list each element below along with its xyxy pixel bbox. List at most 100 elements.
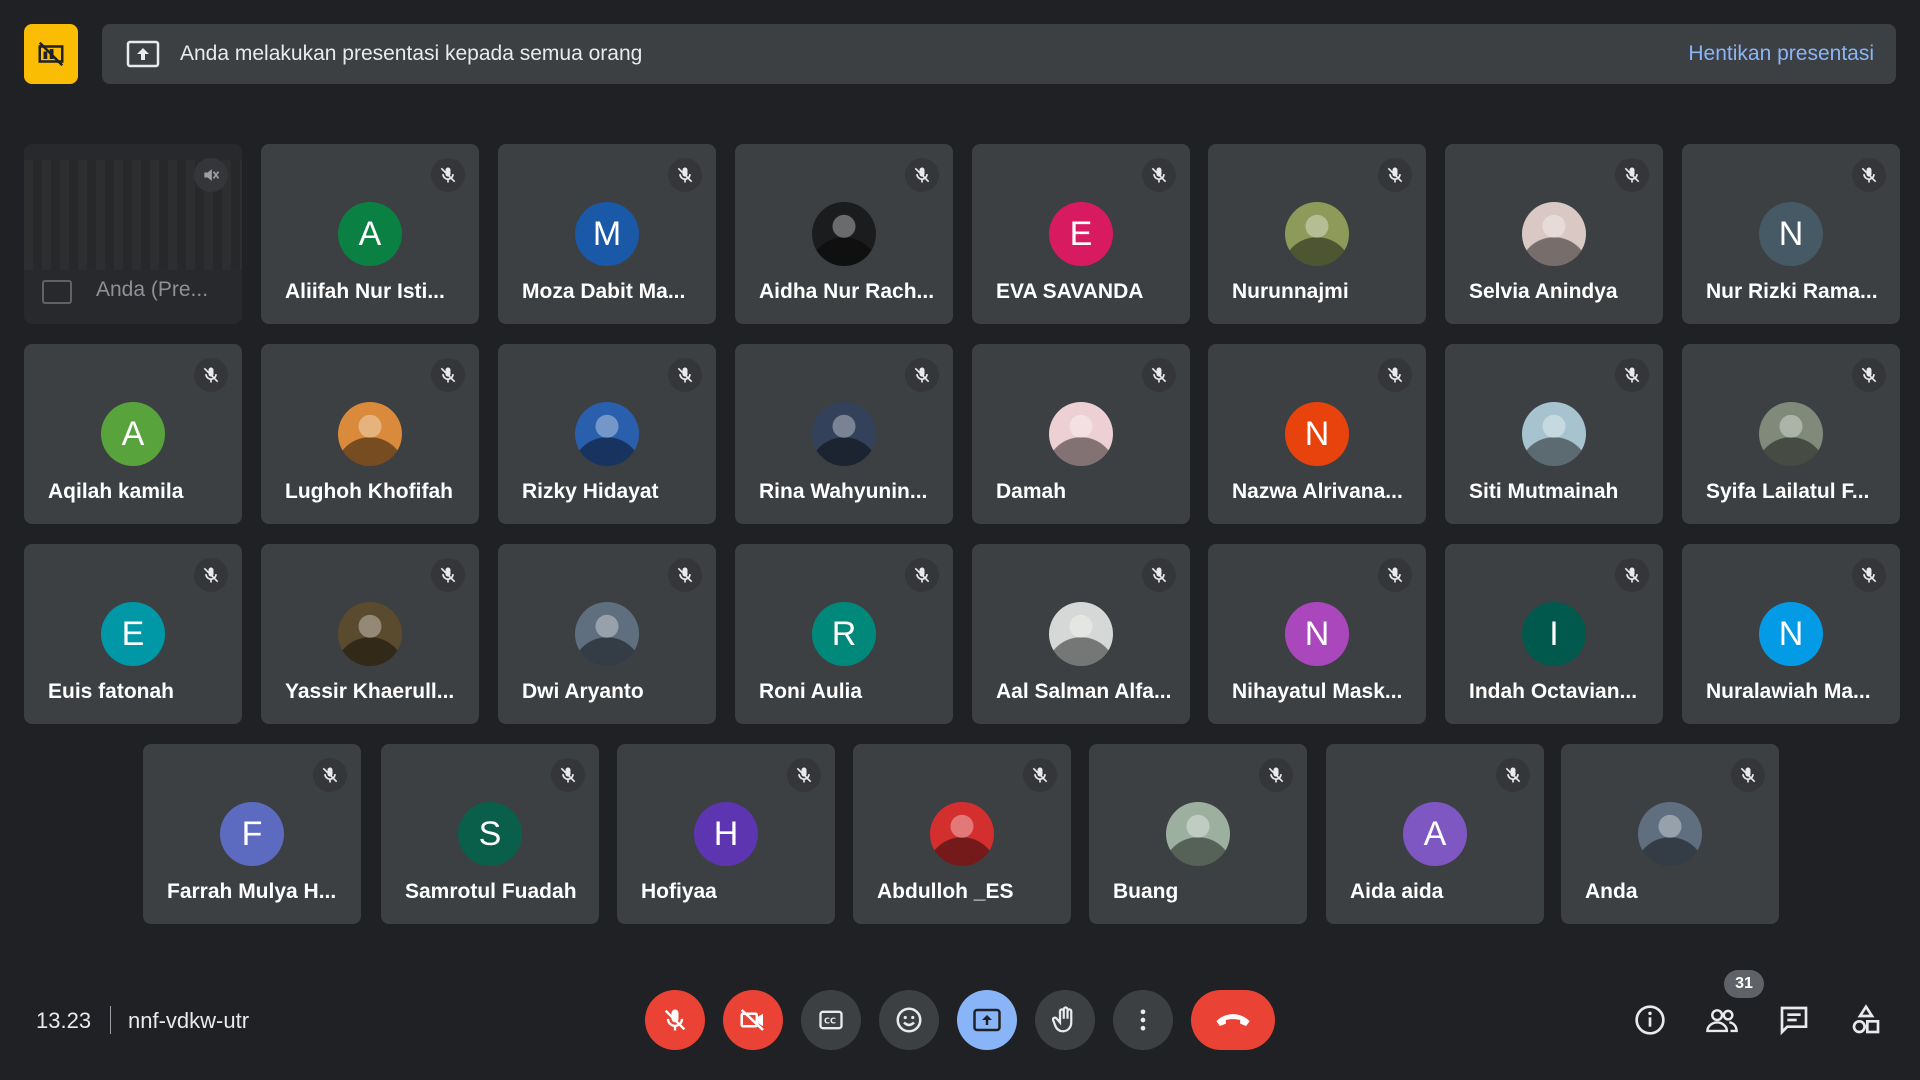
avatar-photo <box>575 402 639 466</box>
participant-tile[interactable]: F Farrah Mulya H... <box>143 744 361 924</box>
avatar-photo <box>1049 402 1113 466</box>
participant-tile[interactable]: Lughoh Khofifah <box>261 344 479 524</box>
participant-name: EVA SAVANDA <box>996 280 1144 303</box>
mic-off-icon <box>668 158 702 192</box>
participant-tile[interactable]: Abdulloh _ES <box>853 744 1071 924</box>
participant-name: Selvia Anindya <box>1469 280 1618 303</box>
mic-off-icon <box>905 158 939 192</box>
participant-tile[interactable]: E EVA SAVANDA <box>972 144 1190 324</box>
participant-count-badge: 31 <box>1724 970 1764 998</box>
people-button[interactable] <box>1702 1000 1742 1040</box>
participant-tile[interactable]: Aidha Nur Rach... <box>735 144 953 324</box>
avatar-photo <box>812 202 876 266</box>
participant-name: Aqilah kamila <box>48 480 184 503</box>
participant-tile[interactable]: S Samrotul Fuadah <box>381 744 599 924</box>
participant-tile[interactable]: Siti Mutmainah <box>1445 344 1663 524</box>
self-presentation-tile[interactable]: Anda (Pre... <box>24 144 242 324</box>
activities-button[interactable] <box>1846 1000 1886 1040</box>
participant-tile[interactable]: A Aliifah Nur Isti... <box>261 144 479 324</box>
participant-tile[interactable]: Anda <box>1561 744 1779 924</box>
avatar: M <box>575 202 639 266</box>
avatar: I <box>1522 602 1586 666</box>
participant-tile[interactable]: Damah <box>972 344 1190 524</box>
participant-name: Nurunnajmi <box>1232 280 1349 303</box>
participant-tile[interactable]: Rizky Hidayat <box>498 344 716 524</box>
mic-off-icon <box>1023 758 1057 792</box>
avatar: E <box>101 602 165 666</box>
participant-tile[interactable]: Selvia Anindya <box>1445 144 1663 324</box>
participant-tile[interactable]: N Nihayatul Mask... <box>1208 544 1426 724</box>
mic-off-icon <box>1142 558 1176 592</box>
avatar: A <box>338 202 402 266</box>
reactions-button[interactable] <box>879 990 939 1050</box>
participant-tile[interactable]: Rina Wahyunin... <box>735 344 953 524</box>
info-icon <box>1635 1005 1665 1035</box>
participant-tile[interactable]: A Aida aida <box>1326 744 1544 924</box>
camera-off-icon <box>740 1009 764 1031</box>
mic-off-icon <box>664 1009 686 1031</box>
participant-tile[interactable]: Buang <box>1089 744 1307 924</box>
avatar: N <box>1759 202 1823 266</box>
participant-name: Abdulloh _ES <box>877 880 1014 903</box>
people-icon <box>1706 1009 1738 1033</box>
avatar-initial: M <box>592 214 622 253</box>
mic-off-icon <box>1378 358 1412 392</box>
avatar-initial: A <box>1423 814 1447 853</box>
avatar-initial: E <box>121 614 145 653</box>
participant-tile[interactable]: M Moza Dabit Ma... <box>498 144 716 324</box>
more-options-button[interactable] <box>1113 990 1173 1050</box>
participant-name: Aliifah Nur Isti... <box>285 280 445 303</box>
microphone-toggle-button[interactable] <box>645 990 705 1050</box>
participant-tile[interactable]: Yassir Khaerull... <box>261 544 479 724</box>
chat-button[interactable] <box>1774 1000 1814 1040</box>
participant-tile[interactable]: A Aqilah kamila <box>24 344 242 524</box>
participant-name: Samrotul Fuadah <box>405 880 577 903</box>
participant-tile[interactable]: Dwi Aryanto <box>498 544 716 724</box>
avatar-photo <box>930 802 994 866</box>
avatar: E <box>1049 202 1113 266</box>
participant-name: Lughoh Khofifah <box>285 480 453 503</box>
participant-tile[interactable]: Syifa Lailatul F... <box>1682 344 1900 524</box>
participant-tile[interactable]: R Roni Aulia <box>735 544 953 724</box>
participant-name: Moza Dabit Ma... <box>522 280 686 303</box>
avatar-photo <box>812 402 876 466</box>
mic-off-icon <box>668 558 702 592</box>
participant-name: Euis fatonah <box>48 680 175 703</box>
camera-toggle-button[interactable] <box>723 990 783 1050</box>
participant-tile[interactable]: I Indah Octavian... <box>1445 544 1663 724</box>
avatar-initial: H <box>713 814 739 853</box>
meeting-details-button[interactable] <box>1630 1000 1670 1040</box>
avatar: N <box>1285 402 1349 466</box>
participant-name: Indah Octavian... <box>1469 680 1638 703</box>
participant-tile[interactable]: Nurunnajmi <box>1208 144 1426 324</box>
participant-name: Aida aida <box>1350 880 1444 903</box>
participant-tile[interactable]: E Euis fatonah <box>24 544 242 724</box>
participant-name: Hofiyaa <box>641 880 717 903</box>
avatar-initial: S <box>478 814 502 853</box>
captions-button[interactable]: CC <box>801 990 861 1050</box>
avatar-initial: N <box>1304 414 1330 453</box>
more-vert-icon <box>1140 1009 1146 1031</box>
participant-name: Buang <box>1113 880 1179 903</box>
clock-time: 13.23 <box>36 1008 92 1033</box>
participant-name: Nihayatul Mask... <box>1232 680 1403 703</box>
participant-tile[interactable]: N Nur Rizki Rama... <box>1682 144 1900 324</box>
present-now-button[interactable] <box>957 990 1017 1050</box>
closed-captions-icon: CC <box>819 1010 843 1030</box>
leave-call-button[interactable] <box>1191 990 1275 1050</box>
participant-name: Siti Mutmainah <box>1469 480 1619 503</box>
participant-tile[interactable]: H Hofiyaa <box>617 744 835 924</box>
participant-tile[interactable]: N Nazwa Alrivana... <box>1208 344 1426 524</box>
avatar-photo <box>1166 802 1230 866</box>
mic-off-icon <box>1615 158 1649 192</box>
raise-hand-button[interactable] <box>1035 990 1095 1050</box>
participant-name: Damah <box>996 480 1067 503</box>
mic-off-icon <box>551 758 585 792</box>
participant-tile[interactable]: Aal Salman Alfa... <box>972 544 1190 724</box>
avatar-photo <box>1285 202 1349 266</box>
participant-tile[interactable]: N Nuralawiah Ma... <box>1682 544 1900 724</box>
avatar-photo <box>338 602 402 666</box>
avatar: S <box>458 802 522 866</box>
chat-icon <box>1780 1006 1808 1036</box>
mic-off-icon <box>1731 758 1765 792</box>
